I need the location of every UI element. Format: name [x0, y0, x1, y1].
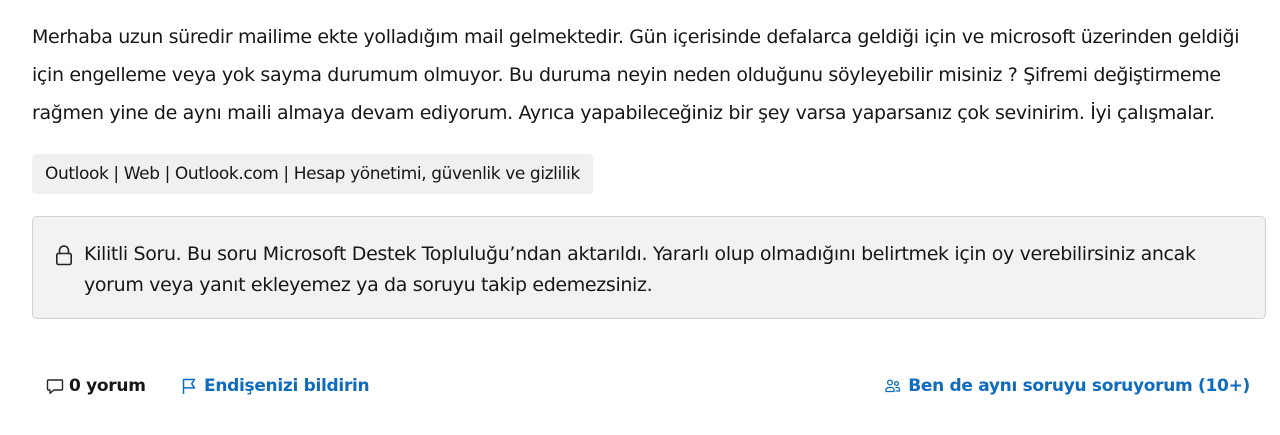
comment-icon: [46, 379, 64, 394]
question-container: Merhaba uzun süredir mailime ekte yollad…: [32, 18, 1266, 319]
same-question-button[interactable]: Ben de aynı soruyu soruyorum (10+): [885, 372, 1250, 400]
flag-icon: [182, 378, 196, 394]
same-question-label: Ben de aynı soruyu soruyorum (10+): [908, 376, 1250, 396]
lock-icon: [55, 245, 72, 266]
people-icon: [885, 379, 901, 393]
topic-tags[interactable]: Outlook | Web | Outlook.com | Hesap yöne…: [32, 154, 593, 194]
comments-button[interactable]: 0 yorum: [46, 372, 146, 400]
question-actions: 0 yorum Endişenizi bildirin Ben de aynı …: [32, 372, 1252, 400]
question-body: Merhaba uzun süredir mailime ekte yollad…: [32, 26, 1240, 124]
report-concern-label: Endişenizi bildirin: [204, 376, 370, 396]
locked-question-notice: Kilitli Soru. Bu soru Microsoft Destek T…: [32, 216, 1266, 319]
report-concern-link[interactable]: Endişenizi bildirin: [181, 372, 370, 400]
locked-notice-text: Kilitli Soru. Bu soru Microsoft Destek T…: [84, 243, 1196, 296]
comments-count-label: 0 yorum: [69, 376, 146, 396]
